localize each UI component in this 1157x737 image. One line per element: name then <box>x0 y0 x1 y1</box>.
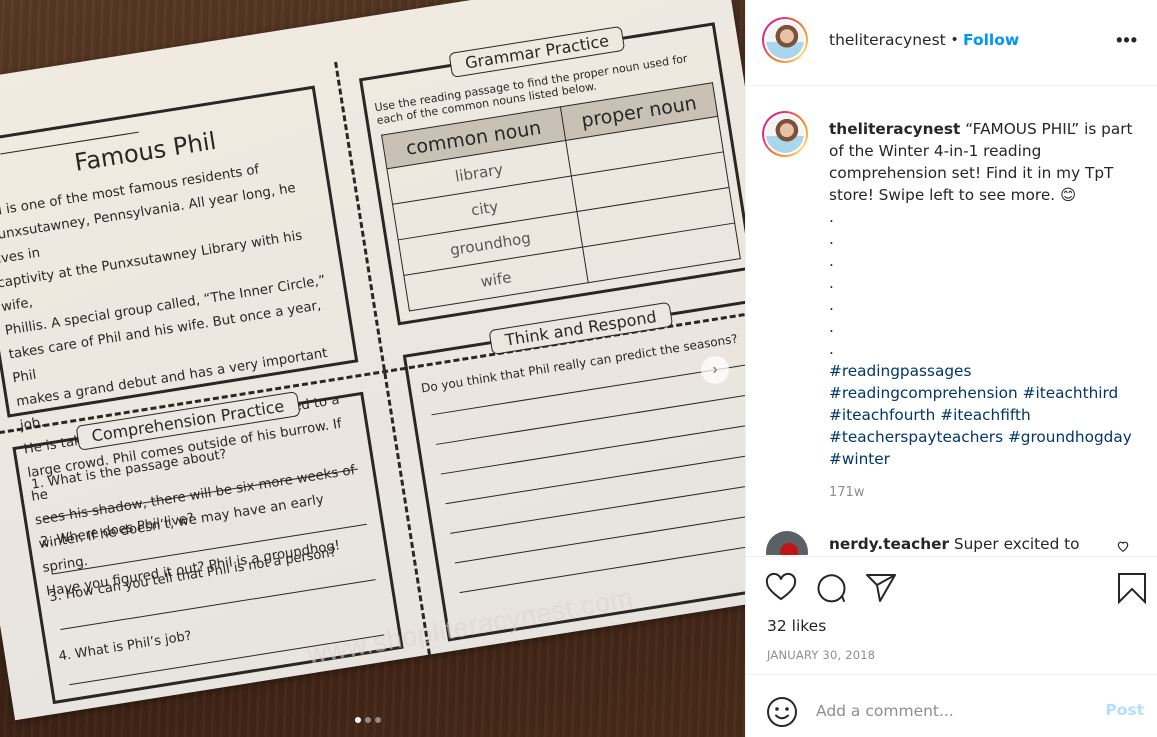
action-bar: 32 likes JANUARY 30, 2018 <box>746 556 1157 670</box>
carousel-dot <box>375 717 381 723</box>
post-date[interactable]: JANUARY 30, 2018 <box>767 648 875 662</box>
grammar-practice-box: Grammar Practice Use the reading passage… <box>358 22 745 326</box>
hashtag-link[interactable]: #iteachfourth <box>829 406 935 424</box>
hashtag-link[interactable]: #readingpassages <box>829 362 971 380</box>
hashtag-link[interactable]: #iteachthird <box>1023 384 1119 402</box>
comments-section[interactable]: theliteracynest “FAMOUS PHIL” is part of… <box>746 87 1157 555</box>
carousel-dot <box>355 717 361 723</box>
more-options-icon[interactable]: ••• <box>1116 30 1138 51</box>
carousel-dot <box>365 717 371 723</box>
comment-icon[interactable] <box>815 572 847 604</box>
author-username[interactable]: theliteracynest <box>829 31 946 49</box>
caption-text: theliteracynest “FAMOUS PHIL” is part of… <box>829 118 1141 470</box>
comment-text: nerdy.teacher Super excited to <box>829 535 1080 553</box>
caption-dot: . <box>829 340 834 358</box>
answer-line <box>440 422 745 475</box>
add-comment-bar: Post <box>746 674 1157 737</box>
post-sidebar: theliteracynest • Follow ••• theliteracy… <box>745 0 1157 737</box>
hashtags: #readingpassages #readingcomprehension #… <box>829 360 1141 470</box>
passage-box: me: Famous Phil hil is one of the most f… <box>0 85 359 600</box>
hashtag-link[interactable]: #groundhogday <box>1008 428 1132 446</box>
caption-dot: . <box>829 230 834 248</box>
hashtag-link[interactable]: #teacherspayteachers <box>829 428 1003 446</box>
carousel-indicator <box>355 717 381 723</box>
answer-line <box>454 511 745 564</box>
comment-like-icon[interactable] <box>1116 539 1130 553</box>
comment-item: nerdy.teacher Super excited to <box>746 527 1157 555</box>
emoji-icon[interactable] <box>766 696 798 728</box>
post-header: theliteracynest • Follow ••• <box>746 0 1157 86</box>
comment-input[interactable] <box>816 697 1086 725</box>
bookmark-icon[interactable] <box>1116 572 1148 604</box>
commenter-username[interactable]: nerdy.teacher <box>829 535 949 553</box>
share-icon[interactable] <box>865 572 897 604</box>
caption-avatar[interactable] <box>762 111 808 157</box>
think-and-respond-box: Think and Respond Do you think that Phil… <box>402 298 745 642</box>
likes-count[interactable]: 32 likes <box>767 617 826 635</box>
caption-username[interactable]: theliteracynest <box>829 120 960 138</box>
avatar[interactable] <box>762 17 808 63</box>
caption-dot: . <box>829 296 834 314</box>
hashtag-link[interactable]: #winter <box>829 450 890 468</box>
chevron-right-icon: › <box>712 361 718 378</box>
caption-dot: . <box>829 274 834 292</box>
caption-dot: . <box>829 208 834 226</box>
follow-separator: • <box>952 31 958 48</box>
caption-dot: . <box>829 252 834 270</box>
hashtag-link[interactable]: #iteachfifth <box>940 406 1030 424</box>
post-comment-button[interactable]: Post <box>1105 701 1144 719</box>
answer-line <box>445 452 745 505</box>
caption-dot: . <box>829 318 834 336</box>
commenter-avatar[interactable] <box>766 531 808 555</box>
follow-button[interactable]: Follow <box>963 31 1019 49</box>
answer-line <box>450 482 745 534</box>
caption-timestamp[interactable]: 171w <box>829 485 864 500</box>
post-media[interactable]: me: Famous Phil hil is one of the most f… <box>0 0 745 737</box>
carousel-next-button[interactable]: › <box>701 356 729 384</box>
comment-body: Super excited to <box>953 535 1080 553</box>
answer-line <box>436 393 745 445</box>
answer-line <box>459 541 745 594</box>
heart-icon[interactable] <box>765 572 797 604</box>
hashtag-link[interactable]: #readingcomprehension <box>829 384 1018 402</box>
smile-emoji: 😊 <box>1060 186 1076 204</box>
caption-dots: . . . . . . . <box>829 206 1141 360</box>
